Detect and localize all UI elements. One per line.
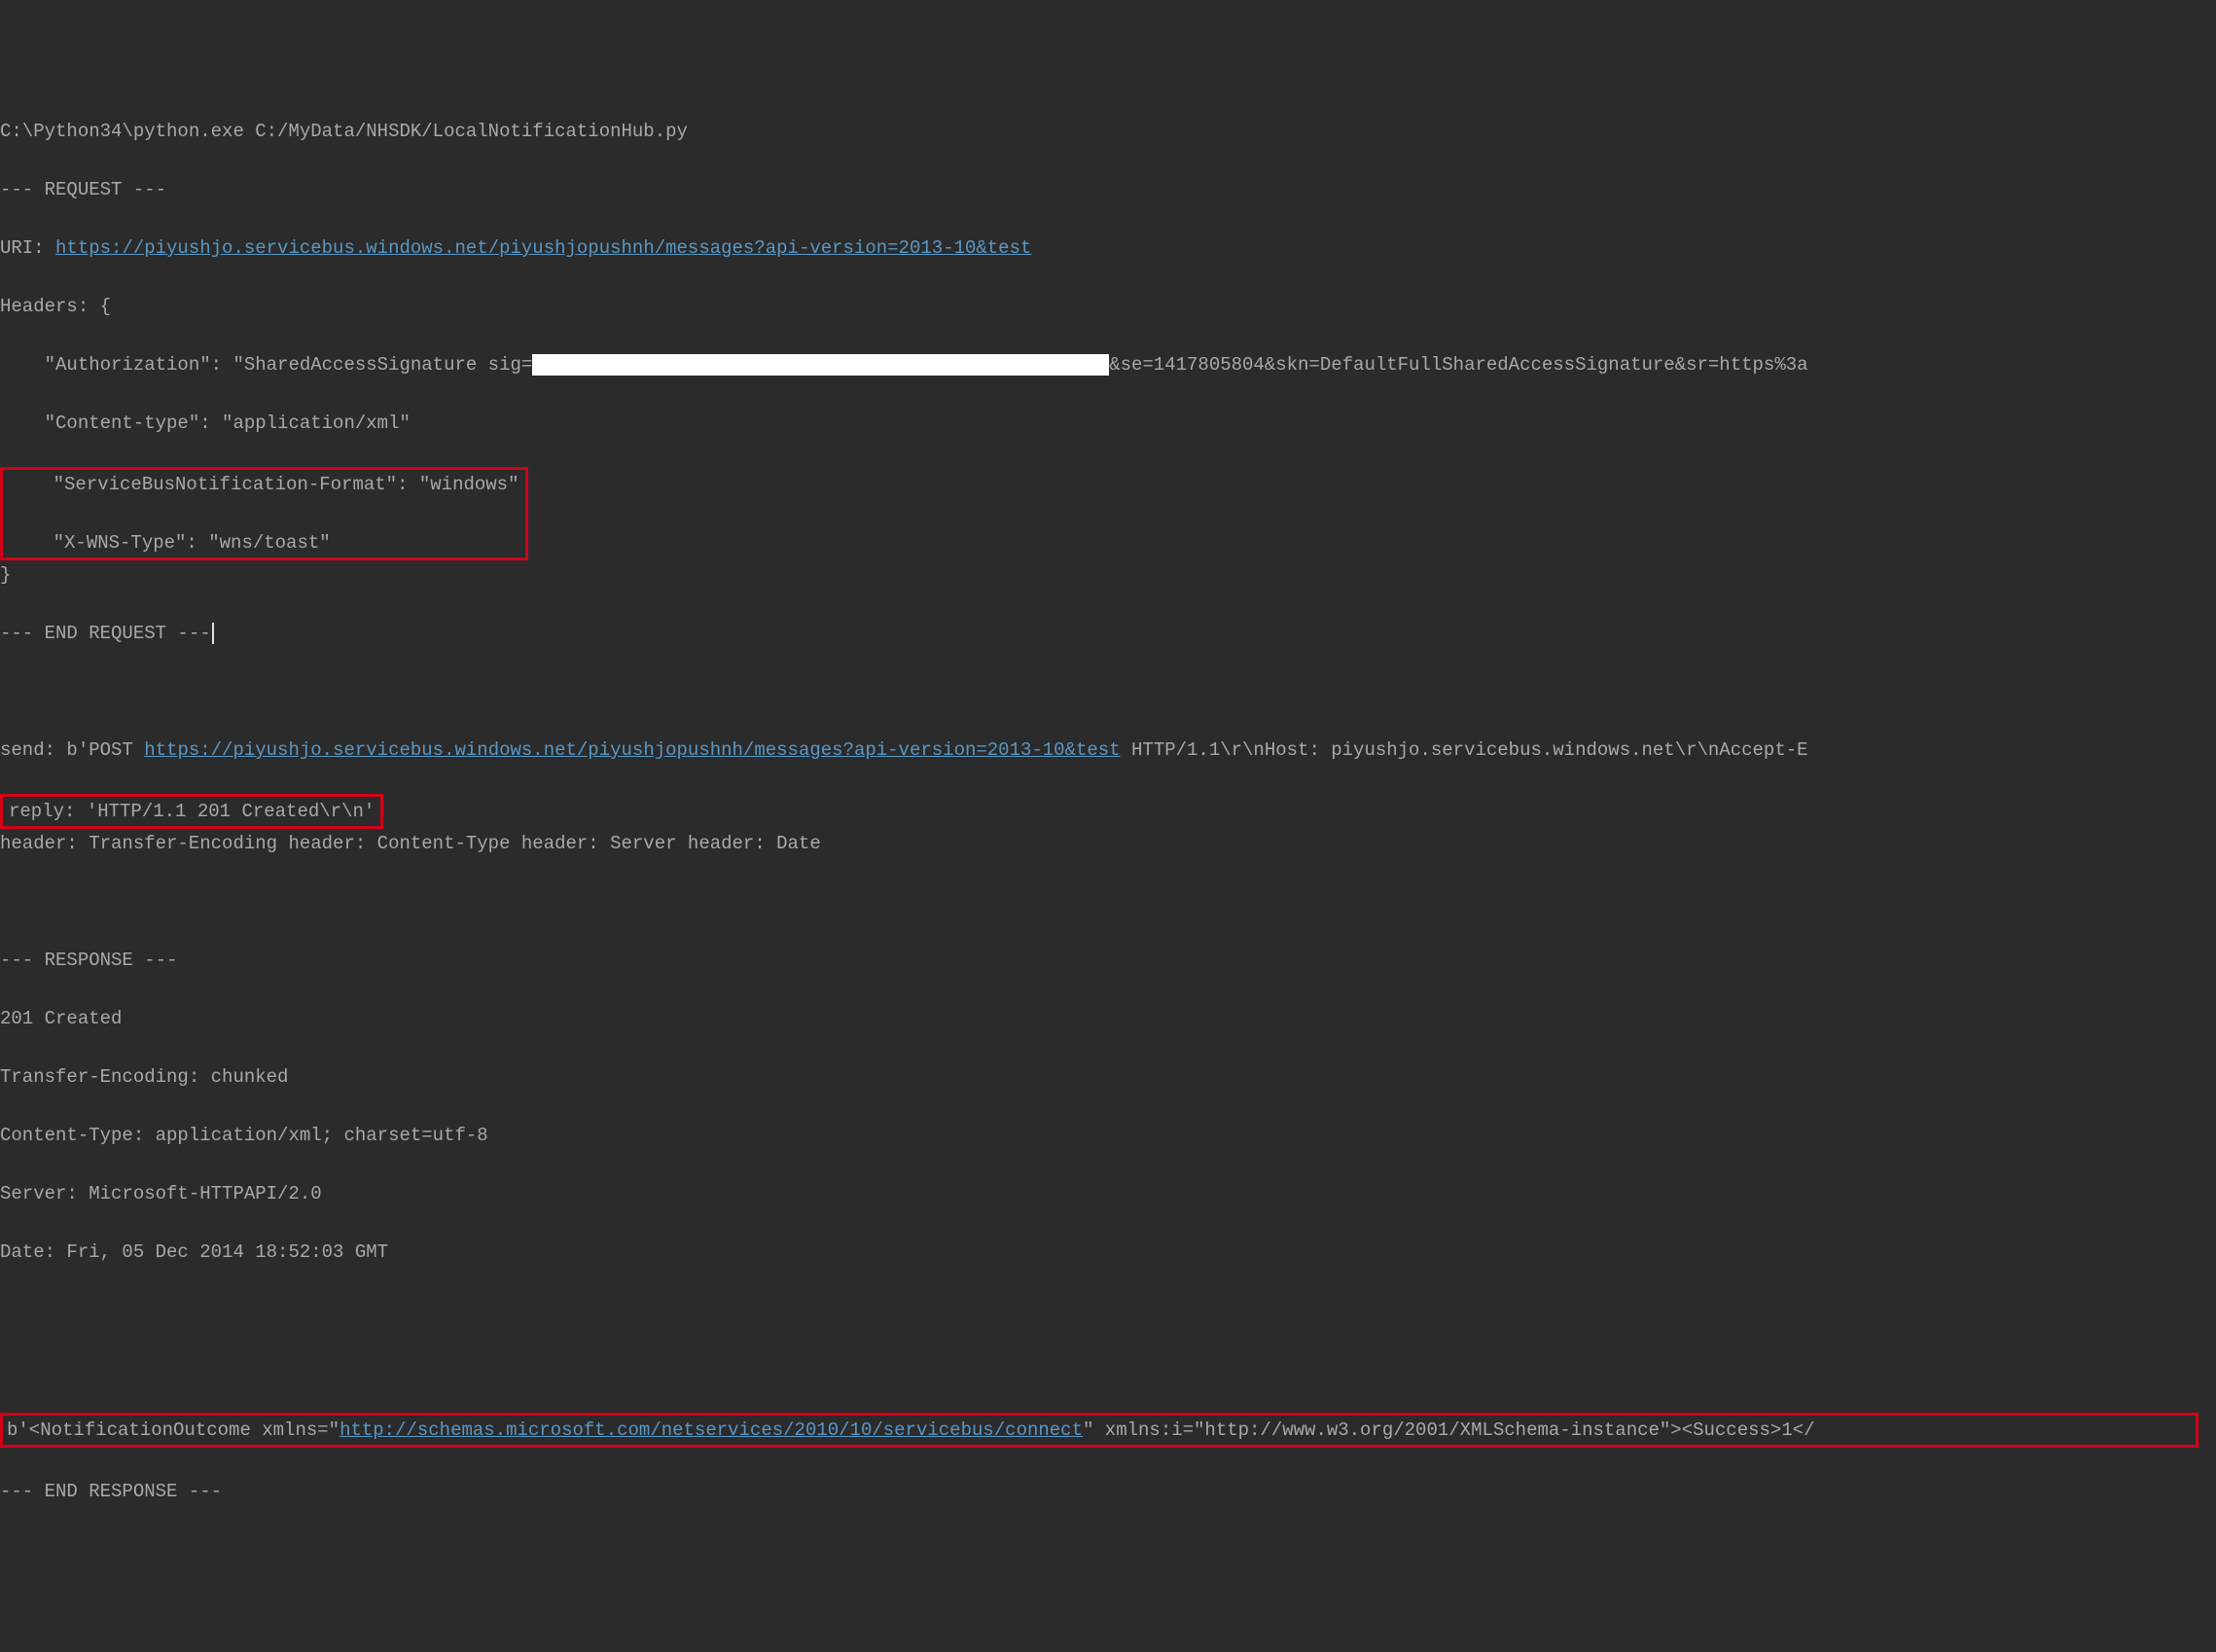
send-post: HTTP/1.1\r\nHost: piyushjo.servicebus.wi… <box>1121 739 1808 761</box>
request-marker: --- REQUEST --- <box>0 175 2216 204</box>
response-marker: --- RESPONSE --- <box>0 946 2216 975</box>
header-authorization: "Authorization": "SharedAccessSignature … <box>0 350 2216 379</box>
highlight-box-headers: "ServiceBusNotification-Format": "window… <box>0 467 528 560</box>
response-status: 201 Created <box>0 1004 2216 1033</box>
response-ct: Content-Type: application/xml; charset=u… <box>0 1121 2216 1150</box>
auth-post: &se=1417805804&skn=DefaultFullSharedAcce… <box>1109 354 1807 376</box>
blank-line <box>0 677 2216 706</box>
response-date: Date: Fri, 05 Dec 2014 18:52:03 GMT <box>0 1238 2216 1267</box>
blank-line-3 <box>0 1296 2216 1325</box>
response-te: Transfer-Encoding: chunked <box>0 1062 2216 1092</box>
send-link[interactable]: https://piyushjo.servicebus.windows.net/… <box>144 739 1120 761</box>
outcome-mid: " xmlns:i="http://www.w3.org/2001/XMLSch… <box>1083 1419 1815 1441</box>
uri-link[interactable]: https://piyushjo.servicebus.windows.net/… <box>55 237 1031 259</box>
end-request-marker: --- END REQUEST --- <box>0 619 2216 648</box>
header-summary-line: header: Transfer-Encoding header: Conten… <box>0 829 2216 858</box>
header-content-type: "Content-type": "application/xml" <box>0 409 2216 438</box>
response-server: Server: Microsoft-HTTPAPI/2.0 <box>0 1179 2216 1208</box>
headers-open: Headers: { <box>0 292 2216 321</box>
send-line: send: b'POST https://piyushjo.servicebus… <box>0 736 2216 765</box>
uri-label: URI: <box>0 237 55 259</box>
headers-close: } <box>0 560 2216 590</box>
send-pre: send: b'POST <box>0 739 144 761</box>
command-line: C:\Python34\python.exe C:/MyData/NHSDK/L… <box>0 117 2216 146</box>
auth-pre: "Authorization": "SharedAccessSignature … <box>0 354 532 376</box>
highlight-box-reply: reply: 'HTTP/1.1 201 Created\r\n' <box>0 794 383 829</box>
end-request-text: --- END REQUEST --- <box>0 623 211 644</box>
auth-redacted: C%2BwwkNG6pHNk40fGw22S%2BI7a5w3D-IHSQ/H2… <box>532 354 1109 376</box>
text-cursor <box>212 623 214 644</box>
uri-line: URI: https://piyushjo.servicebus.windows… <box>0 233 2216 263</box>
highlight-box-outcome: b'<NotificationOutcome xmlns="http://sch… <box>0 1413 2198 1448</box>
outcome-link[interactable]: http://schemas.microsoft.com/netservices… <box>340 1419 1083 1441</box>
header-sbn-format: "ServiceBusNotification-Format": "window… <box>9 470 519 499</box>
end-response-marker: --- END RESPONSE --- <box>0 1477 2216 1506</box>
outcome-pre: b'<NotificationOutcome xmlns=" <box>7 1419 340 1441</box>
blank-line-2 <box>0 887 2216 916</box>
header-xwns-type: "X-WNS-Type": "wns/toast" <box>9 528 519 557</box>
blank-line-4 <box>0 1354 2216 1383</box>
reply-line: reply: 'HTTP/1.1 201 Created\r\n' <box>9 801 375 822</box>
